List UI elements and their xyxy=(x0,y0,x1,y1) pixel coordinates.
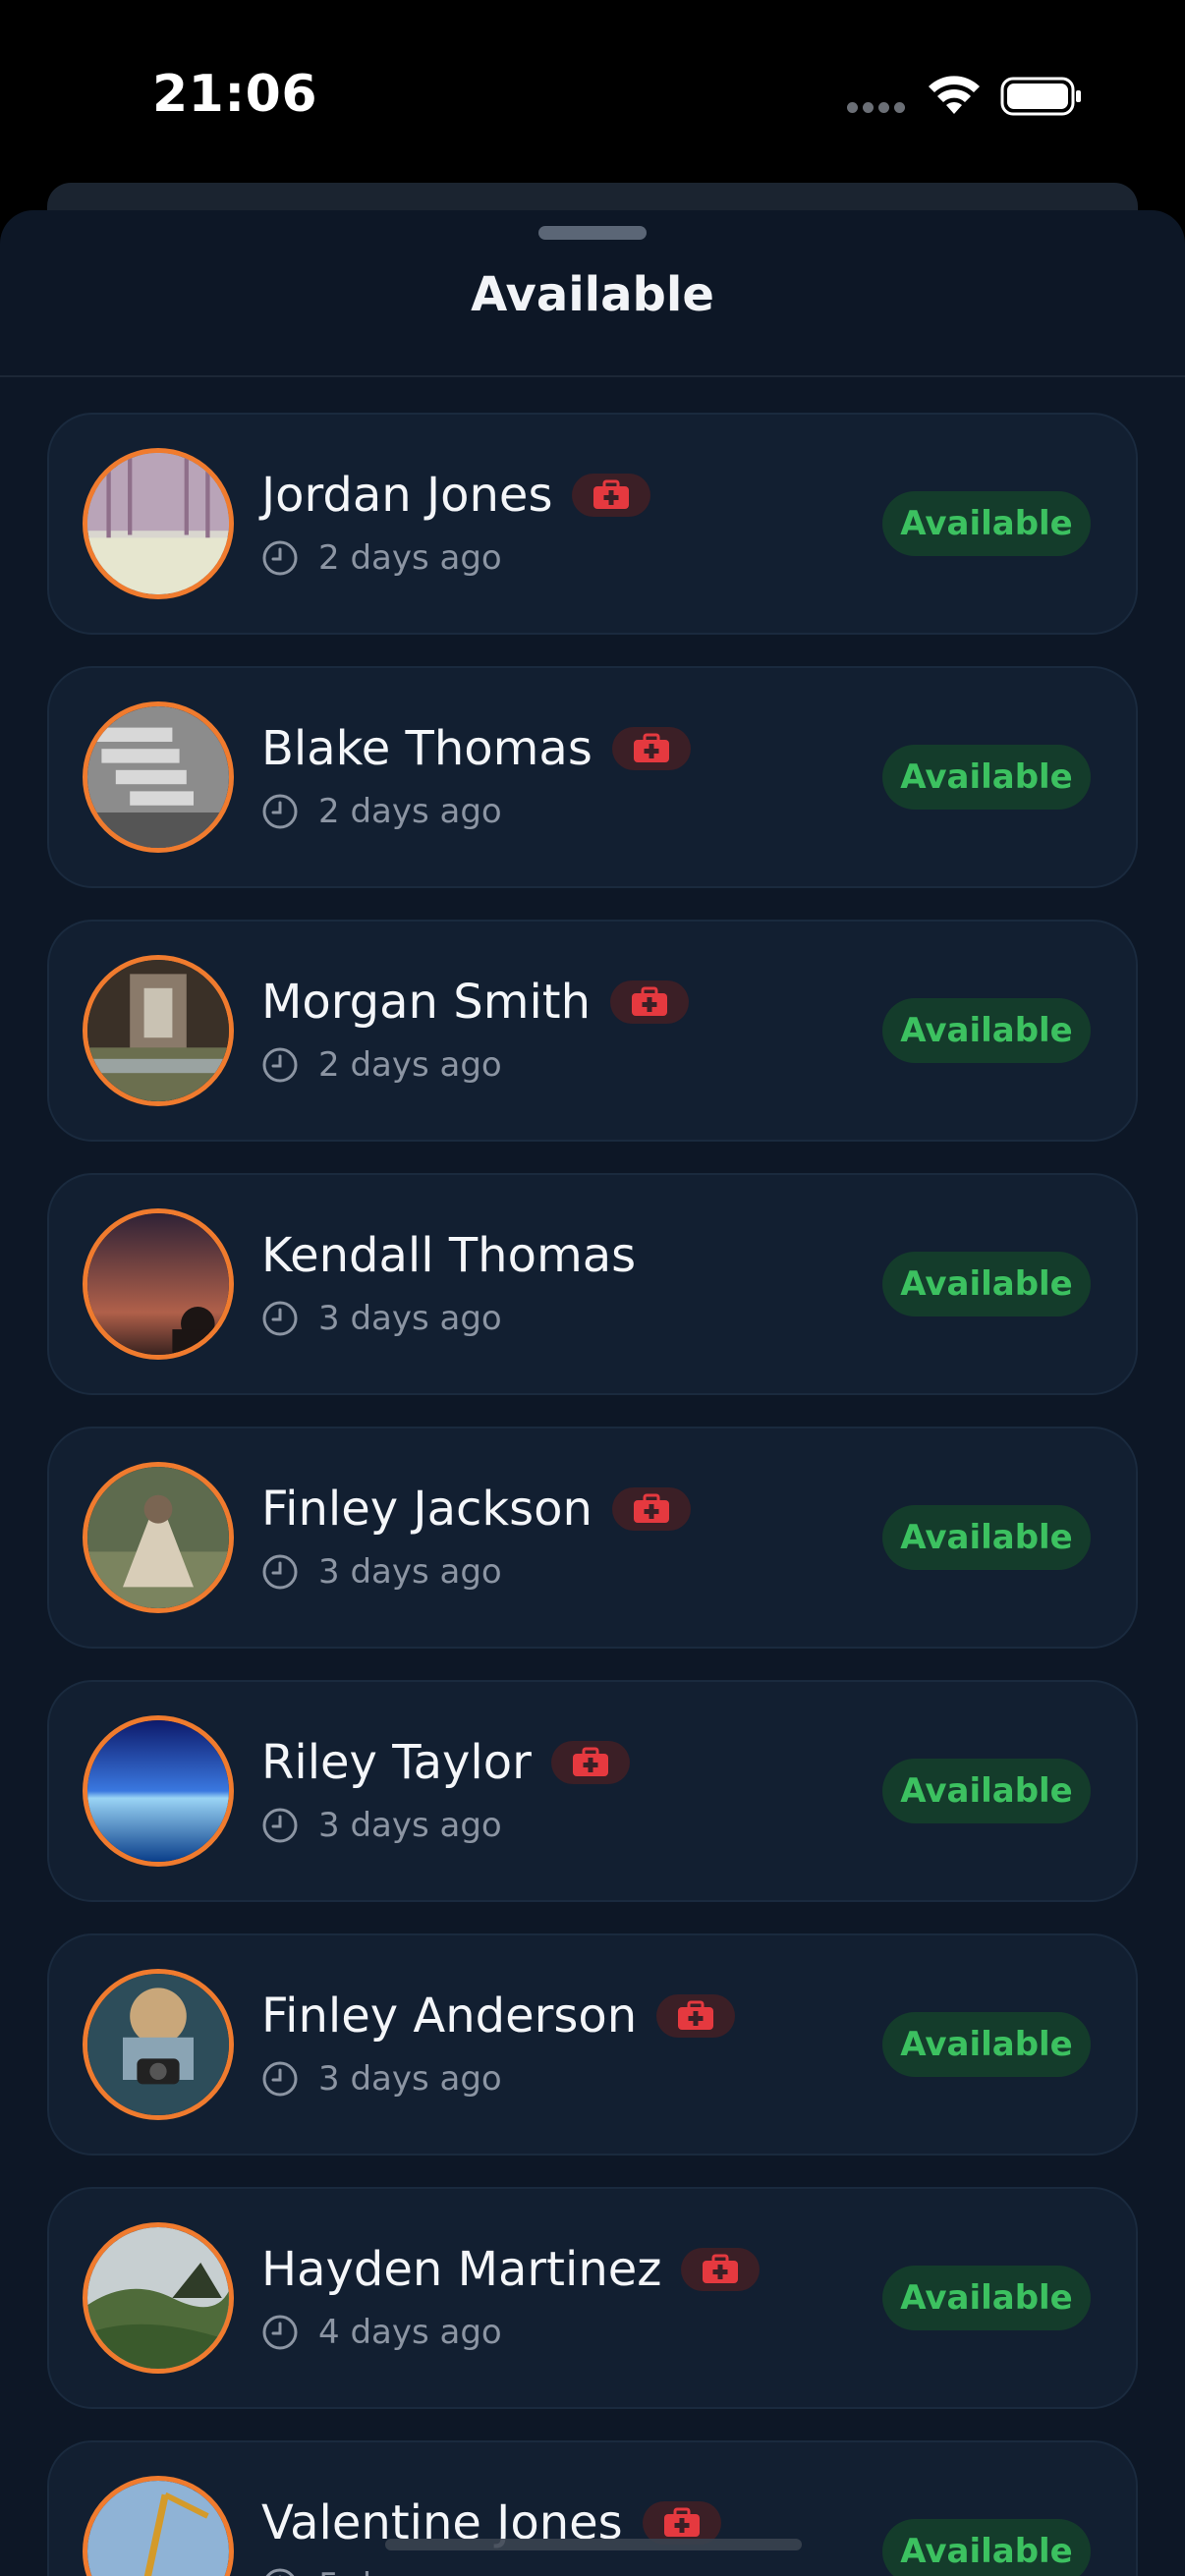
avatar-dusk-sky-photo xyxy=(83,1208,234,1360)
avatar-camera-hands-photo xyxy=(83,1969,234,2120)
battery-icon xyxy=(1000,77,1081,116)
name-row: Finley Jackson xyxy=(261,1482,691,1537)
person-card[interactable]: Finley Anderson 3 days ago Available xyxy=(47,1933,1138,2156)
person-name: Hayden Martinez xyxy=(261,2242,662,2297)
last-seen-text: 5 days ago xyxy=(318,2566,502,2576)
name-row: Blake Thomas xyxy=(261,721,691,776)
status-badge: Available xyxy=(882,1505,1091,1570)
last-seen-text: 4 days ago xyxy=(318,2313,502,2352)
name-row: Jordan Jones xyxy=(261,468,651,523)
name-row: Kendall Thomas xyxy=(261,1228,636,1283)
name-row: Morgan Smith xyxy=(261,975,690,1030)
last-seen-row: 4 days ago xyxy=(261,2313,502,2352)
clock-icon xyxy=(262,2061,298,2097)
person-card[interactable]: Kendall Thomas 3 days ago Available xyxy=(47,1173,1138,1395)
person-card[interactable]: Morgan Smith 2 days ago Available xyxy=(47,920,1138,1142)
person-name: Morgan Smith xyxy=(261,975,592,1030)
clock-icon xyxy=(262,540,298,576)
status-badge: Available xyxy=(882,2266,1091,2330)
medical-kit-icon xyxy=(633,733,669,762)
avatar-pier-photo xyxy=(83,955,234,1106)
last-seen-row: 3 days ago xyxy=(261,1552,502,1592)
clock-icon xyxy=(265,2568,295,2576)
avatar-harbor-crane-photo xyxy=(83,2476,234,2576)
last-seen-text: 2 days ago xyxy=(318,538,502,578)
status-badge: Available xyxy=(882,2012,1091,2077)
last-seen-row: 3 days ago xyxy=(261,2059,502,2099)
person-name: Kendall Thomas xyxy=(261,1228,637,1283)
medical-kit-icon xyxy=(703,2254,739,2283)
medical-kit-icon xyxy=(632,986,668,1016)
last-seen-text: 3 days ago xyxy=(318,2059,502,2099)
last-seen-text: 3 days ago xyxy=(318,1299,502,1338)
person-name: Blake Thomas xyxy=(261,721,592,776)
people-list: Jordan Jones 2 days ago Available Blake … xyxy=(47,413,1138,2576)
sheet-title: Available xyxy=(471,267,714,322)
medical-kit-icon xyxy=(633,1493,669,1523)
name-row: Hayden Martinez xyxy=(261,2242,761,2297)
last-seen-text: 3 days ago xyxy=(318,1552,502,1592)
clock-icon xyxy=(262,1301,298,1336)
avatar-bw-stairs-photo xyxy=(83,701,234,853)
status-badge: Available xyxy=(882,1759,1091,1823)
medical-kit-icon xyxy=(572,1747,608,1776)
status-badge: Available xyxy=(882,2519,1091,2576)
medical-badge xyxy=(572,474,651,517)
last-seen-row: 5 days ago xyxy=(261,2566,502,2576)
avatar-blue-horizon-photo xyxy=(83,1715,234,1867)
person-name: Jordan Jones xyxy=(261,468,553,523)
person-card[interactable]: Hayden Martinez 4 days ago Available xyxy=(47,2187,1138,2409)
last-seen-row: 2 days ago xyxy=(261,1045,502,1085)
last-seen-text: 2 days ago xyxy=(318,1045,502,1085)
person-card[interactable]: Valentine Jones 5 days ago Available xyxy=(47,2440,1138,2576)
medical-badge xyxy=(610,980,690,1024)
last-seen-row: 2 days ago xyxy=(261,792,502,831)
clock-icon xyxy=(262,1554,298,1590)
person-name: Finley Anderson xyxy=(261,1988,638,2044)
avatar-green-hills-photo xyxy=(83,2222,234,2374)
medical-kit-icon xyxy=(678,2000,714,2030)
last-seen-row: 3 days ago xyxy=(261,1806,502,1845)
last-seen-text: 2 days ago xyxy=(318,792,502,831)
person-card[interactable]: Jordan Jones 2 days ago Available xyxy=(47,413,1138,635)
status-badge: Available xyxy=(882,745,1091,810)
clock-icon xyxy=(262,2315,298,2350)
person-card[interactable]: Finley Jackson 3 days ago Available xyxy=(47,1427,1138,1649)
person-card[interactable]: Riley Taylor 3 days ago Available xyxy=(47,1680,1138,1902)
status-badge: Available xyxy=(882,998,1091,1063)
header-divider xyxy=(0,375,1185,377)
name-row: Riley Taylor xyxy=(261,1735,630,1790)
screen: 21:06 Available Jordan Jones 2 days ago … xyxy=(0,0,1185,2576)
home-indicator[interactable] xyxy=(385,2539,802,2550)
last-seen-row: 2 days ago xyxy=(261,538,502,578)
status-time: 21:06 xyxy=(152,65,318,124)
medical-badge xyxy=(550,1741,630,1784)
status-bar: 21:06 xyxy=(0,0,1185,187)
clock-icon xyxy=(262,1808,298,1843)
sheet-grabber[interactable] xyxy=(538,226,647,240)
status-badge: Available xyxy=(882,1252,1091,1316)
person-card[interactable]: Blake Thomas 2 days ago Available xyxy=(47,666,1138,888)
clock-icon xyxy=(262,794,298,829)
medical-kit-icon xyxy=(593,479,630,509)
wifi-icon xyxy=(929,76,980,114)
available-sheet: Available Jordan Jones 2 days ago Availa xyxy=(0,210,1185,2576)
medical-badge xyxy=(656,1994,736,2038)
medical-kit-icon xyxy=(663,2507,700,2537)
last-seen-row: 3 days ago xyxy=(261,1299,502,1338)
name-row: Finley Anderson xyxy=(261,1988,736,2044)
medical-badge xyxy=(681,2248,761,2291)
cellular-signal-icon xyxy=(847,102,908,116)
medical-badge xyxy=(611,1487,691,1531)
person-name: Riley Taylor xyxy=(261,1735,532,1790)
clock-icon xyxy=(262,1047,298,1083)
person-name: Finley Jackson xyxy=(261,1482,592,1537)
status-badge: Available xyxy=(882,491,1091,556)
last-seen-text: 3 days ago xyxy=(318,1806,502,1845)
avatar-snowy-forest-photo xyxy=(83,448,234,599)
medical-badge xyxy=(611,727,691,770)
avatar-dog-blanket-photo xyxy=(83,1462,234,1613)
